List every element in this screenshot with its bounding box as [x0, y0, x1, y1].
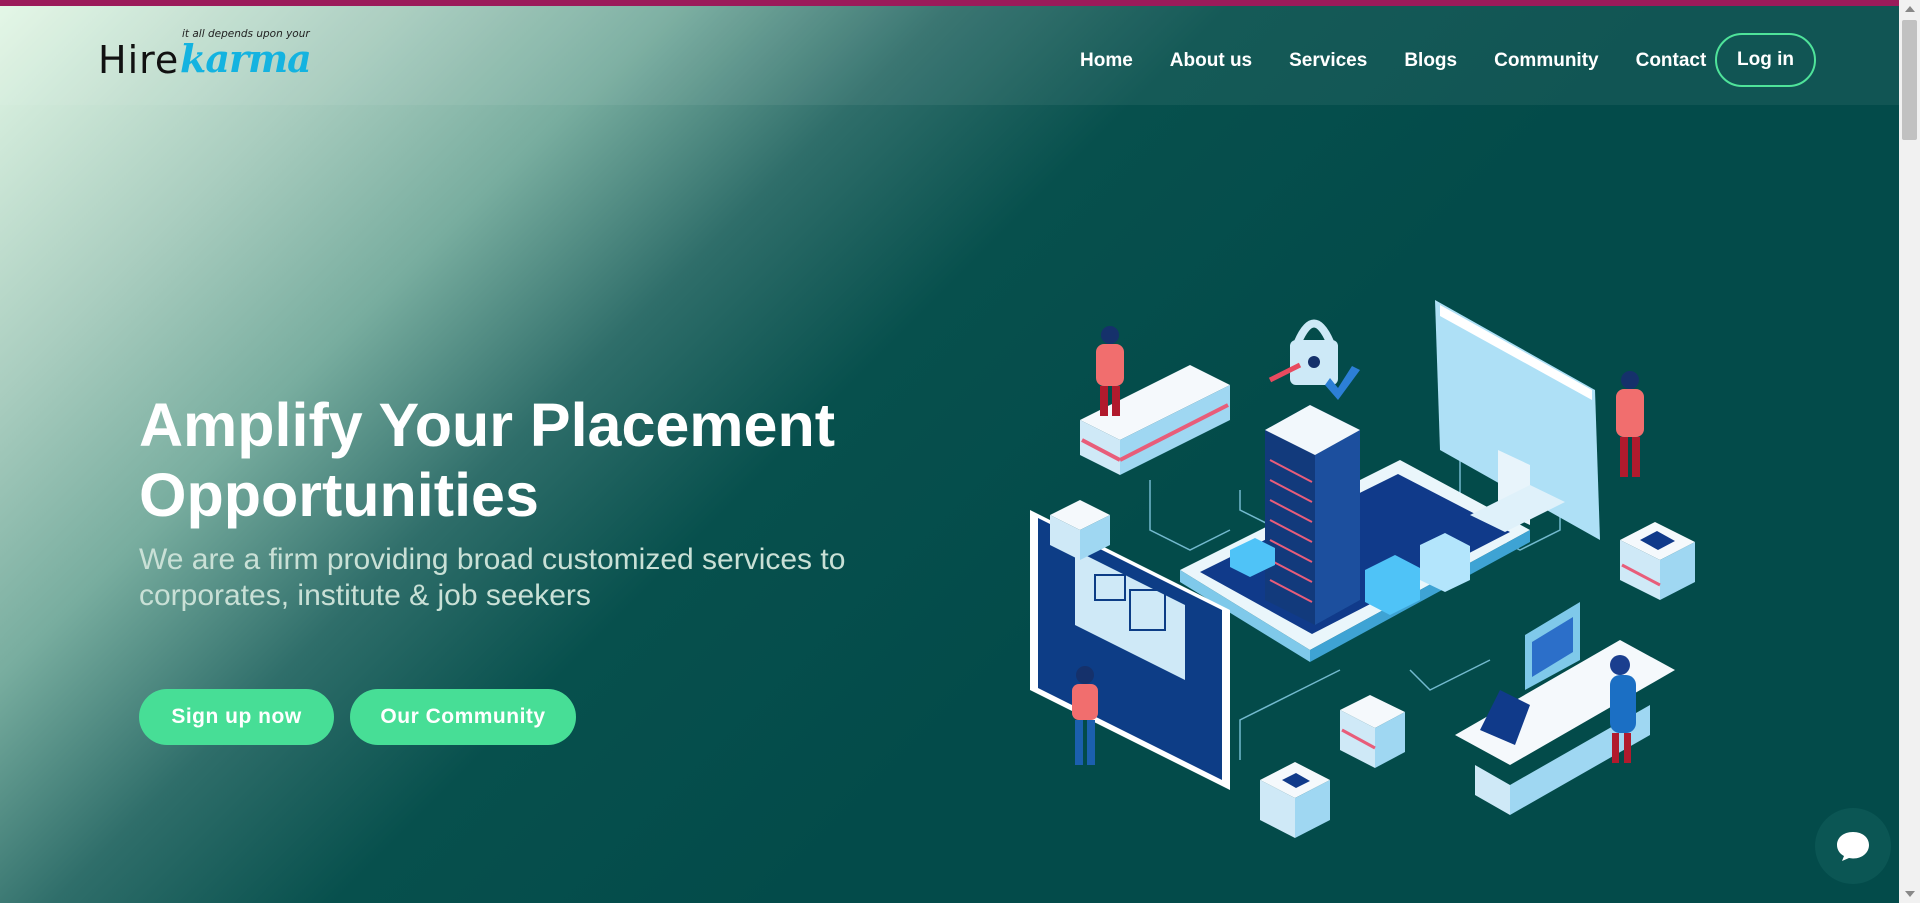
logo-karma-text: karma [180, 36, 312, 81]
hero-subtitle-line-1: We are a firm providing broad customized… [139, 543, 846, 576]
logo-hire-text: Hire [98, 38, 180, 82]
isometric-city-illustration [1030, 300, 1695, 838]
scroll-up-arrow-icon[interactable] [1905, 6, 1915, 12]
page-scrollbar[interactable] [1899, 0, 1920, 903]
chat-button[interactable] [1815, 808, 1891, 884]
scroll-down-arrow-icon[interactable] [1905, 891, 1915, 897]
nav-item-services[interactable]: Services [1289, 50, 1367, 72]
chat-bubble-icon [1837, 832, 1869, 861]
nav-item-home[interactable]: Home [1080, 50, 1133, 72]
nav-item-blogs[interactable]: Blogs [1404, 50, 1457, 72]
hero-subtitle: We are a firm providing broad customized… [139, 542, 919, 614]
hero-title: Amplify Your Placement Opportunities [139, 390, 899, 530]
hero-title-line-2: Opportunities [139, 461, 539, 529]
login-button[interactable]: Log in [1715, 33, 1816, 87]
our-community-button[interactable]: Our Community [350, 689, 576, 745]
nav-item-community[interactable]: Community [1494, 50, 1599, 72]
main-nav: Home About us Services Blogs Community C… [1080, 50, 1743, 72]
hirekarma-logo[interactable]: it all depends upon your Hire karma [98, 28, 312, 86]
site-header: it all depends upon your Hire karma Home… [0, 6, 1899, 105]
nav-item-about-us[interactable]: About us [1170, 50, 1252, 72]
sign-up-button[interactable]: Sign up now [139, 689, 334, 745]
hero-title-line-1: Amplify Your Placement [139, 391, 836, 459]
nav-item-contact[interactable]: Contact [1636, 50, 1707, 72]
scrollbar-thumb[interactable] [1902, 20, 1917, 140]
hero-subtitle-line-2: corporates, institute & job seekers [139, 579, 591, 612]
